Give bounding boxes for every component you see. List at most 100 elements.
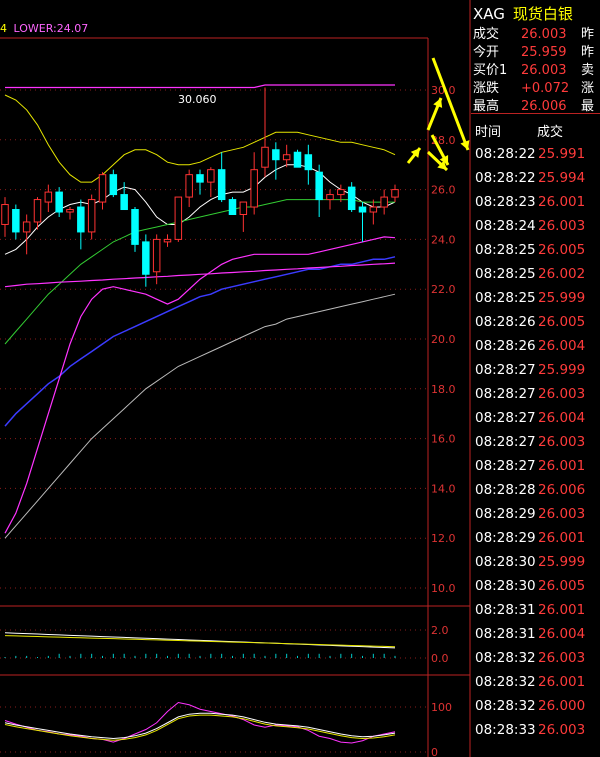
tick-time: 08:28:27 xyxy=(475,362,536,378)
tick-time: 08:28:25 xyxy=(475,290,536,306)
tick-time: 08:28:23 xyxy=(475,194,536,210)
candle-body xyxy=(174,196,183,240)
tick-price: 26.004 xyxy=(538,626,586,642)
series-line xyxy=(4,199,395,345)
candle-body xyxy=(142,241,150,275)
y-tick-label: 20.0 xyxy=(431,333,456,346)
kdj-d-line xyxy=(4,714,396,741)
candle-body xyxy=(261,146,269,168)
tick-row: 08:28:26 26.005 xyxy=(471,310,600,334)
quote-row: 今开 25.959 昨 xyxy=(473,44,594,62)
kdj-j-line xyxy=(4,701,396,744)
tick-row: 08:28:31 26.004 xyxy=(471,622,600,646)
y-tick-label: 22.0 xyxy=(431,283,456,296)
candle-body xyxy=(337,189,345,196)
time-column-header: 时间 xyxy=(475,125,502,140)
tick-time: 08:28:27 xyxy=(475,434,536,450)
tick-row: 08:28:25 26.002 xyxy=(471,262,600,286)
quote-value: 25.959 xyxy=(521,45,567,60)
candle-body xyxy=(77,206,85,233)
quote-panel: XAG 现货白银 成交 26.003 昨今开 25.959 昨买价1 26.003 卖涨跌 +0… xyxy=(471,0,600,757)
quote-extra-label: 昨 xyxy=(581,45,595,60)
symbol-title: XAG 现货白银 xyxy=(473,3,573,24)
y-tick-label: 26.0 xyxy=(431,184,456,197)
tick-time: 08:28:31 xyxy=(475,626,536,642)
candle-body xyxy=(347,186,356,211)
quote-label: 成交 xyxy=(473,27,500,42)
tick-price: 26.004 xyxy=(538,338,586,354)
tick-row: 08:28:29 26.003 xyxy=(471,502,600,526)
macd-dif-line xyxy=(4,632,396,649)
tick-time: 08:28:30 xyxy=(475,578,536,594)
tick-time: 08:28:22 xyxy=(475,170,536,186)
tick-row: 08:28:30 26.005 xyxy=(471,574,600,598)
tick-time: 08:28:29 xyxy=(475,530,536,546)
tick-price: 25.999 xyxy=(538,554,586,570)
macd-tick-label: 0.0 xyxy=(431,652,449,665)
quote-label: 今开 xyxy=(473,45,500,60)
candle-body xyxy=(109,174,118,196)
quote-value: 26.003 xyxy=(521,27,567,42)
tick-price: 26.005 xyxy=(538,314,586,330)
tick-row: 08:28:25 26.005 xyxy=(471,238,600,262)
tick-price: 25.994 xyxy=(538,170,586,186)
y-tick-label: 24.0 xyxy=(431,233,456,246)
divider xyxy=(471,113,600,114)
candle-body xyxy=(217,169,226,201)
tick-price: 25.999 xyxy=(538,362,586,378)
series-line xyxy=(4,262,396,288)
tick-price: 26.005 xyxy=(538,578,586,594)
tick-row: 08:28:33 26.003 xyxy=(471,718,600,742)
macd-dea-line xyxy=(4,635,396,648)
candlestick-chart[interactable]: 30.028.026.024.022.020.018.016.014.012.0… xyxy=(0,0,471,757)
tick-row: 08:28:26 26.004 xyxy=(471,334,600,358)
tick-price: 26.003 xyxy=(538,434,586,450)
tick-price: 25.991 xyxy=(538,146,586,162)
tick-price: 26.001 xyxy=(538,194,586,210)
macd-tick-label: 2.0 xyxy=(431,624,449,637)
tick-time: 08:28:27 xyxy=(475,410,536,426)
max-price-label: 30.060 xyxy=(178,93,217,106)
candle-body xyxy=(369,206,378,213)
quote-row: 买价1 26.003 卖 xyxy=(473,62,594,80)
candle-body xyxy=(22,221,31,233)
tick-row: 08:28:24 26.003 xyxy=(471,214,600,238)
tick-row: 08:28:32 26.003 xyxy=(471,646,600,670)
quote-extra-label: 卖 xyxy=(581,63,595,78)
tick-time: 08:28:32 xyxy=(475,674,536,690)
tick-time: 08:28:25 xyxy=(475,242,536,258)
candle-body xyxy=(326,194,334,201)
tick-price: 26.006 xyxy=(538,482,586,498)
tick-price: 26.003 xyxy=(538,506,586,522)
candle-body xyxy=(185,174,193,198)
tick-row: 08:28:22 25.994 xyxy=(471,166,600,190)
tick-time: 08:28:29 xyxy=(475,506,536,522)
tick-row: 08:28:32 26.001 xyxy=(471,670,600,694)
kdj-tick-label: 0 xyxy=(431,746,438,757)
tick-row: 08:28:23 26.001 xyxy=(471,190,600,214)
tick-time: 08:28:24 xyxy=(475,218,536,234)
quote-value: +0.072 xyxy=(521,81,570,96)
candle-body xyxy=(66,209,74,213)
tick-time: 08:28:32 xyxy=(475,698,536,714)
candle-body xyxy=(196,174,204,183)
tick-row: 08:28:32 26.000 xyxy=(471,694,600,718)
tick-row: 08:28:29 26.001 xyxy=(471,526,600,550)
tick-time: 08:28:27 xyxy=(475,386,536,402)
quote-label: 买价1 xyxy=(473,63,508,78)
quote-row: 成交 26.003 昨 xyxy=(473,26,594,44)
candle-body xyxy=(228,199,237,215)
tick-row: 08:28:31 26.001 xyxy=(471,598,600,622)
candle-body xyxy=(391,189,399,198)
quote-value: 26.003 xyxy=(521,63,567,78)
tick-price: 25.999 xyxy=(538,290,586,306)
series-line xyxy=(4,293,396,539)
tick-row: 08:28:27 25.999 xyxy=(471,358,600,382)
tick-time: 08:28:22 xyxy=(475,146,536,162)
quote-extra-label: 昨 xyxy=(581,27,595,42)
candle-body xyxy=(1,204,9,225)
candle-body xyxy=(380,196,388,208)
tick-row: 08:28:27 26.004 xyxy=(471,406,600,430)
tick-time: 08:28:32 xyxy=(475,650,536,666)
tick-time: 08:28:30 xyxy=(475,554,536,570)
